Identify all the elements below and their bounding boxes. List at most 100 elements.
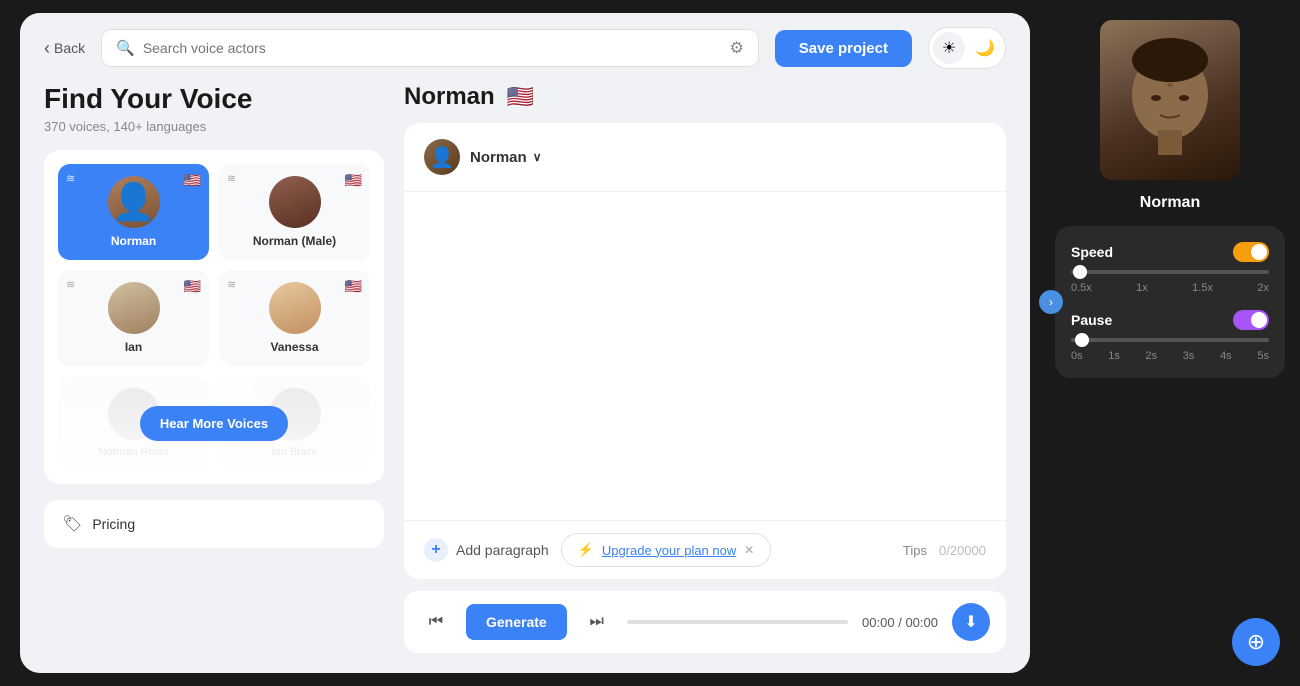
theme-toggle: ☀ 🌙: [928, 27, 1006, 69]
settings-panel: › Speed 0.5x 1x 1.5x 2x Pause: [1055, 226, 1285, 378]
dark-theme-button[interactable]: 🌙: [969, 32, 1001, 64]
avatar-ian: [108, 282, 160, 334]
lightning-icon: ⚡: [578, 542, 594, 558]
voice-item-norman-male[interactable]: ≋ 🇺🇸 Norman (Male): [219, 164, 370, 260]
waves-icon-norman: ≋: [66, 172, 75, 185]
audio-controls: ⏮ Generate ⏭ 00:00 / 00:00 ⬇: [404, 591, 1006, 653]
voice-name-norman: Norman: [111, 234, 156, 248]
back-chevron-icon: ‹: [44, 38, 50, 59]
pause-slider-track[interactable]: [1071, 338, 1269, 342]
filter-icon[interactable]: ⚙: [729, 38, 743, 58]
right-panel: Norman › Speed 0.5x 1x 1.5x 2x: [1040, 0, 1300, 686]
right-content: Norman 🇺🇸 👤 Norman ∨: [404, 83, 1006, 653]
pause-toggle[interactable]: [1233, 310, 1269, 330]
time-current: 00:00: [862, 615, 895, 630]
selected-voice-name: Norman: [404, 83, 495, 111]
speed-toggle[interactable]: [1233, 242, 1269, 262]
speed-label-0: 0.5x: [1071, 282, 1092, 294]
find-voice-header: Find Your Voice 370 voices, 140+ languag…: [44, 83, 384, 134]
chevron-right-icon: ›: [1049, 295, 1053, 309]
pause-label-2: 2s: [1146, 350, 1158, 362]
skip-forward-button[interactable]: ⏭: [581, 606, 613, 638]
add-paragraph-button[interactable]: + Add paragraph: [424, 538, 549, 562]
time-display: 00:00 / 00:00: [862, 615, 938, 630]
voice-name-norman-male: Norman (Male): [253, 234, 336, 248]
avatar-vanessa: [269, 282, 321, 334]
voice-grid-card: ≋ 🇺🇸 Norman ≋ 🇺🇸 Norman (Male) ≋ 🇺🇸: [44, 150, 384, 484]
help-button[interactable]: ⊕: [1232, 618, 1280, 666]
pause-slider-thumb[interactable]: [1075, 333, 1089, 347]
pause-label-5: 5s: [1257, 350, 1269, 362]
pause-label-1: 1s: [1108, 350, 1120, 362]
avatar-norman-male: [269, 176, 321, 228]
voice-name-ian: Ian: [125, 340, 142, 354]
speed-setting: Speed 0.5x 1x 1.5x 2x: [1071, 242, 1269, 294]
search-input[interactable]: [143, 40, 722, 56]
back-button[interactable]: ‹ Back: [44, 38, 85, 59]
light-theme-button[interactable]: ☀: [933, 32, 965, 64]
download-icon: ⬇: [964, 612, 977, 632]
waves-icon-norman-male: ≋: [227, 172, 236, 185]
pause-toggle-knob: [1251, 312, 1267, 328]
pause-header: Pause: [1071, 310, 1269, 330]
norman-name-label: Norman: [1140, 194, 1200, 212]
save-project-button[interactable]: Save project: [775, 30, 912, 67]
add-paragraph-label: Add paragraph: [456, 542, 549, 558]
tips-link[interactable]: Tips: [903, 543, 927, 558]
time-total: 00:00: [905, 615, 938, 630]
voice-item-ian[interactable]: ≋ 🇺🇸 Ian: [58, 270, 209, 366]
speed-toggle-knob: [1251, 244, 1267, 260]
speed-slider-track[interactable]: [1071, 270, 1269, 274]
collapse-panel-button[interactable]: ›: [1039, 290, 1063, 314]
flag-norman: 🇺🇸: [184, 172, 201, 189]
char-count: 0/20000: [939, 543, 986, 558]
search-box: 🔍 ⚙: [101, 29, 759, 67]
find-voice-subtitle: 370 voices, 140+ languages: [44, 119, 384, 134]
find-voice-title: Find Your Voice: [44, 83, 384, 115]
progress-bar[interactable]: [627, 620, 848, 624]
pause-label-4: 4s: [1220, 350, 1232, 362]
voice-item-norman[interactable]: ≋ 🇺🇸 Norman: [58, 164, 209, 260]
generate-button[interactable]: Generate: [466, 604, 567, 640]
waves-icon-ian: ≋: [66, 278, 75, 291]
help-icon: ⊕: [1247, 629, 1265, 655]
main-card: ‹ Back 🔍 ⚙ Save project ☀ 🌙 Find Your Vo…: [20, 13, 1030, 673]
upgrade-button[interactable]: ⚡ Upgrade your plan now ✕: [561, 533, 772, 567]
sun-icon: ☀: [942, 38, 956, 58]
left-sidebar: Find Your Voice 370 voices, 140+ languag…: [44, 83, 384, 653]
moon-icon: 🌙: [975, 38, 995, 58]
voice-item-vanessa[interactable]: ≋ 🇺🇸 Vanessa: [219, 270, 370, 366]
speed-slider-thumb[interactable]: [1073, 265, 1087, 279]
speed-header: Speed: [1071, 242, 1269, 262]
waves-icon-vanessa: ≋: [227, 278, 236, 291]
download-button[interactable]: ⬇: [952, 603, 990, 641]
main-content: Find Your Voice 370 voices, 140+ languag…: [20, 83, 1030, 673]
flag-ian: 🇺🇸: [184, 278, 201, 295]
selected-voice-header: Norman 🇺🇸: [404, 83, 1006, 111]
speed-label-2: 1.5x: [1192, 282, 1213, 294]
back-label: Back: [54, 40, 85, 56]
close-upgrade-icon[interactable]: ✕: [744, 543, 754, 557]
voice-dropdown[interactable]: Norman ∨: [470, 149, 541, 166]
pricing-icon: 🏷: [62, 514, 82, 534]
voice-card-header: 👤 Norman ∨: [404, 123, 1006, 192]
norman-face-svg: [1110, 30, 1230, 170]
pricing-card[interactable]: 🏷 Pricing: [44, 500, 384, 548]
voice-card-white: 👤 Norman ∨ + Add paragraph ⚡: [404, 123, 1006, 579]
speed-label-1: 1x: [1136, 282, 1148, 294]
norman-photo: [1100, 20, 1240, 180]
add-icon: +: [424, 538, 448, 562]
skip-back-button[interactable]: ⏮: [420, 606, 452, 638]
voice-card-avatar: 👤: [424, 139, 460, 175]
skip-forward-icon: ⏭: [590, 613, 604, 631]
selected-voice-flag: 🇺🇸: [507, 84, 534, 110]
voice-name-vanessa: Vanessa: [270, 340, 318, 354]
voice-text-area[interactable]: [404, 192, 1006, 520]
pause-label: Pause: [1071, 312, 1112, 328]
skip-back-icon: ⏮: [429, 613, 443, 631]
pricing-label: Pricing: [92, 516, 135, 532]
upgrade-label: Upgrade your plan now: [602, 543, 736, 558]
hear-more-voices-button[interactable]: Hear More Voices: [140, 406, 288, 441]
pause-setting: Pause 0s 1s 2s 3s 4s 5s: [1071, 310, 1269, 362]
header-bar: ‹ Back 🔍 ⚙ Save project ☀ 🌙: [20, 13, 1030, 83]
